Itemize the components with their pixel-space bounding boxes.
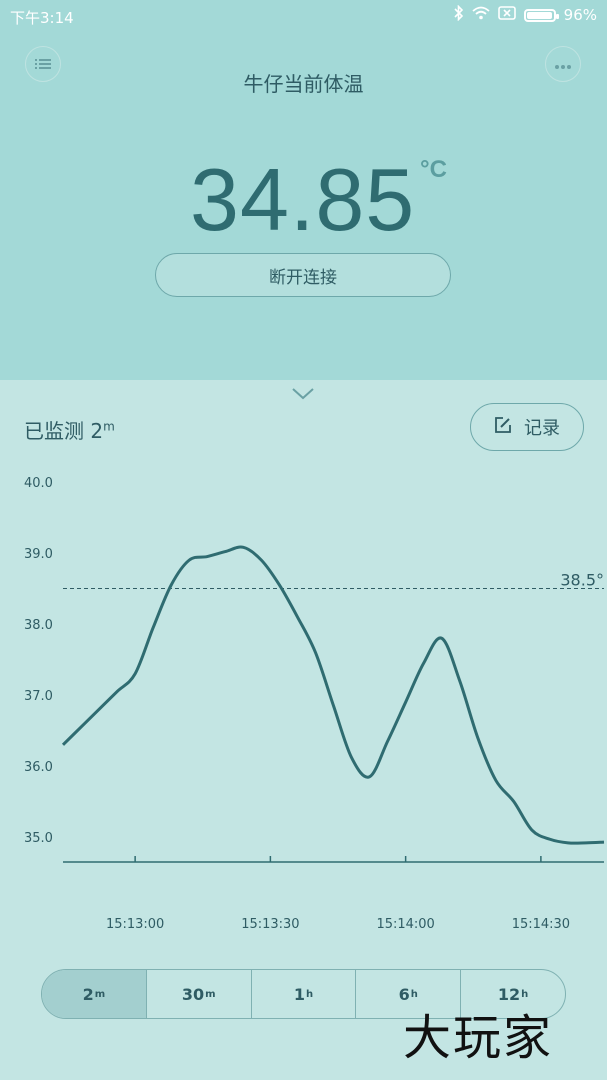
range-tab-1h[interactable]: 1h: [252, 970, 357, 1018]
temperature-chart: 40.0 39.0 38.0 37.0 36.0 35.0 15:13:00 15:13:30…: [24, 476, 605, 932]
x-tick-label: 15:14:00: [376, 917, 434, 932]
temperature-unit: °C: [420, 156, 447, 183]
disconnect-button[interactable]: 断开连接: [155, 253, 451, 297]
chevron-down-icon[interactable]: [291, 386, 315, 405]
battery-fill: [526, 11, 552, 19]
range-tab-value: 2: [82, 984, 94, 1004]
status-bar: 下午3:14 96%: [0, 0, 607, 32]
edit-icon: [494, 416, 512, 439]
monitored-duration: 已监测 2m: [24, 415, 115, 444]
range-tab-unit: m: [94, 988, 106, 1000]
bluetooth-icon: [454, 4, 464, 25]
y-tick-label: 36.0: [24, 760, 53, 775]
range-tab-value: 30: [181, 984, 205, 1004]
y-tick-label: 40.0: [24, 476, 53, 491]
record-label: 记录: [524, 418, 560, 439]
range-tab-unit: h: [306, 988, 314, 1000]
watermark: 大玩家: [403, 1010, 554, 1066]
y-tick-label: 37.0: [24, 689, 53, 704]
x-tick-label: 15:13:00: [106, 917, 164, 932]
status-icons: 96%: [454, 4, 597, 25]
battery-icon: [523, 8, 559, 22]
range-tab-30m[interactable]: 30 m: [147, 970, 252, 1018]
record-button[interactable]: 记录: [470, 403, 584, 451]
temperature-series-line: [61, 545, 605, 845]
x-tick-label: 15:14:30: [512, 917, 570, 932]
threshold-label: 38.5°: [560, 571, 604, 590]
monitored-label: 已监测 2: [24, 419, 104, 443]
range-tab-unit: m: [205, 988, 216, 1000]
battery-percent: 96%: [563, 6, 597, 24]
y-tick-label: 35.0: [24, 831, 53, 846]
temperature-value: 34.85: [190, 150, 416, 249]
range-tab-value: 1: [293, 984, 305, 1004]
monitored-unit: m: [103, 419, 115, 434]
status-time: 下午3:14: [10, 9, 74, 27]
no-sim-icon: [497, 6, 516, 24]
wifi-icon: [472, 6, 490, 24]
page-title: 牛仔当前体温: [243, 72, 364, 96]
x-tick-label: 15:13:30: [241, 917, 299, 932]
y-tick-label: 38.0: [24, 618, 53, 633]
y-tick-label: 39.0: [24, 547, 53, 562]
range-tab-2m[interactable]: 2m: [42, 970, 147, 1018]
